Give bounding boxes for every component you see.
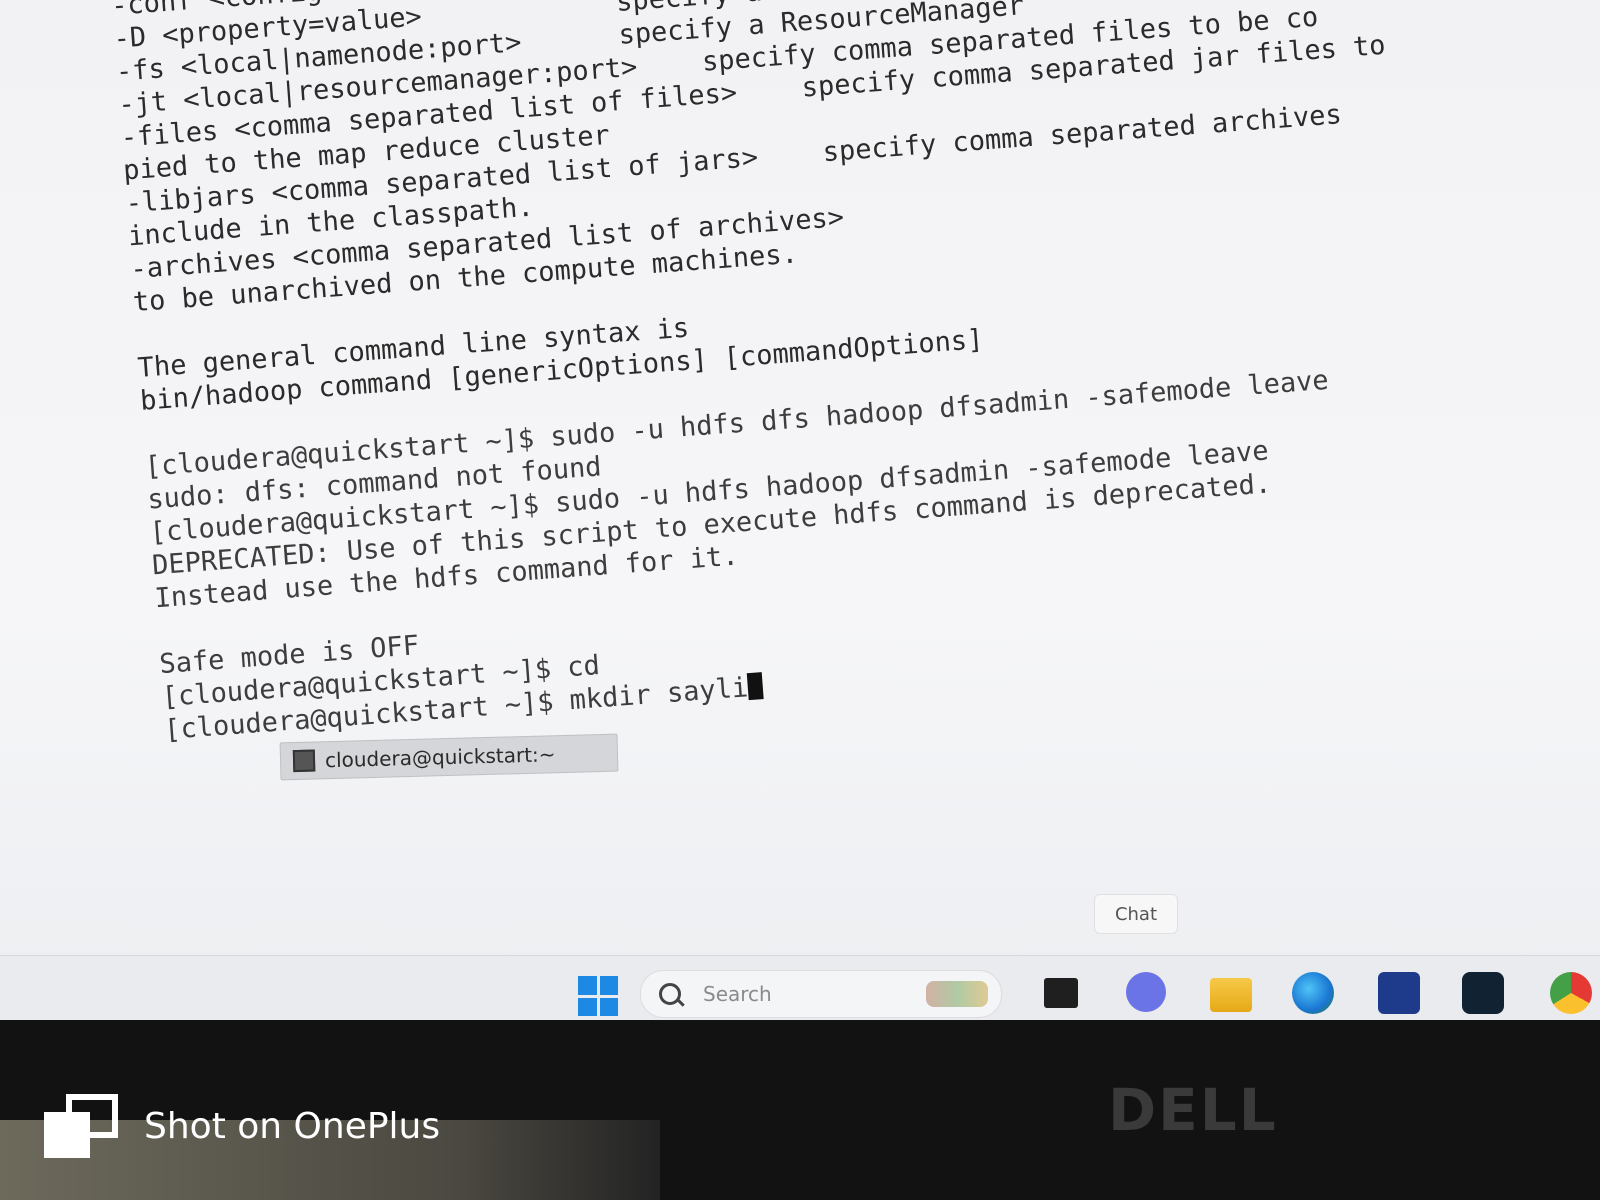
file-explorer-icon[interactable]: [1210, 978, 1252, 1012]
start-tile: [578, 976, 597, 995]
camera-watermark: Shot on OnePlus: [44, 1094, 440, 1158]
terminal-window-title: cloudera@quickstart:~: [324, 742, 556, 773]
search-placeholder: Search: [703, 982, 772, 1006]
start-tile: [599, 997, 618, 1016]
dell-logo: DELL: [1108, 1076, 1278, 1144]
chrome-icon[interactable]: [1550, 972, 1592, 1014]
search-icon: [659, 983, 681, 1005]
taskbar: Search: [0, 955, 1600, 1020]
terminal-icon[interactable]: [1044, 978, 1078, 1008]
terminal-icon: [292, 749, 316, 773]
store-icon[interactable]: [1378, 972, 1420, 1014]
text-cursor: [746, 672, 764, 701]
taskbar-search-box[interactable]: Search: [640, 970, 1002, 1018]
terminal-output[interactable]: -conf <configuration file> use value -D …: [110, 0, 1600, 748]
app-icon[interactable]: [1462, 972, 1504, 1014]
oneplus-logo-icon: [44, 1094, 118, 1158]
windows-start-icon[interactable]: [578, 976, 618, 1016]
edge-icon[interactable]: [1292, 972, 1334, 1014]
start-tile: [578, 997, 597, 1016]
terminal-window-tab[interactable]: cloudera@quickstart:~: [279, 733, 619, 781]
search-highlight-art: [926, 981, 988, 1007]
chat-tooltip: Chat: [1094, 894, 1178, 934]
monitor-screen: -conf <configuration file> use value -D …: [0, 0, 1600, 1020]
watermark-text: Shot on OnePlus: [144, 1105, 441, 1147]
start-tile: [599, 976, 618, 995]
chat-icon[interactable]: [1126, 972, 1166, 1012]
logo-frame: [66, 1094, 118, 1138]
